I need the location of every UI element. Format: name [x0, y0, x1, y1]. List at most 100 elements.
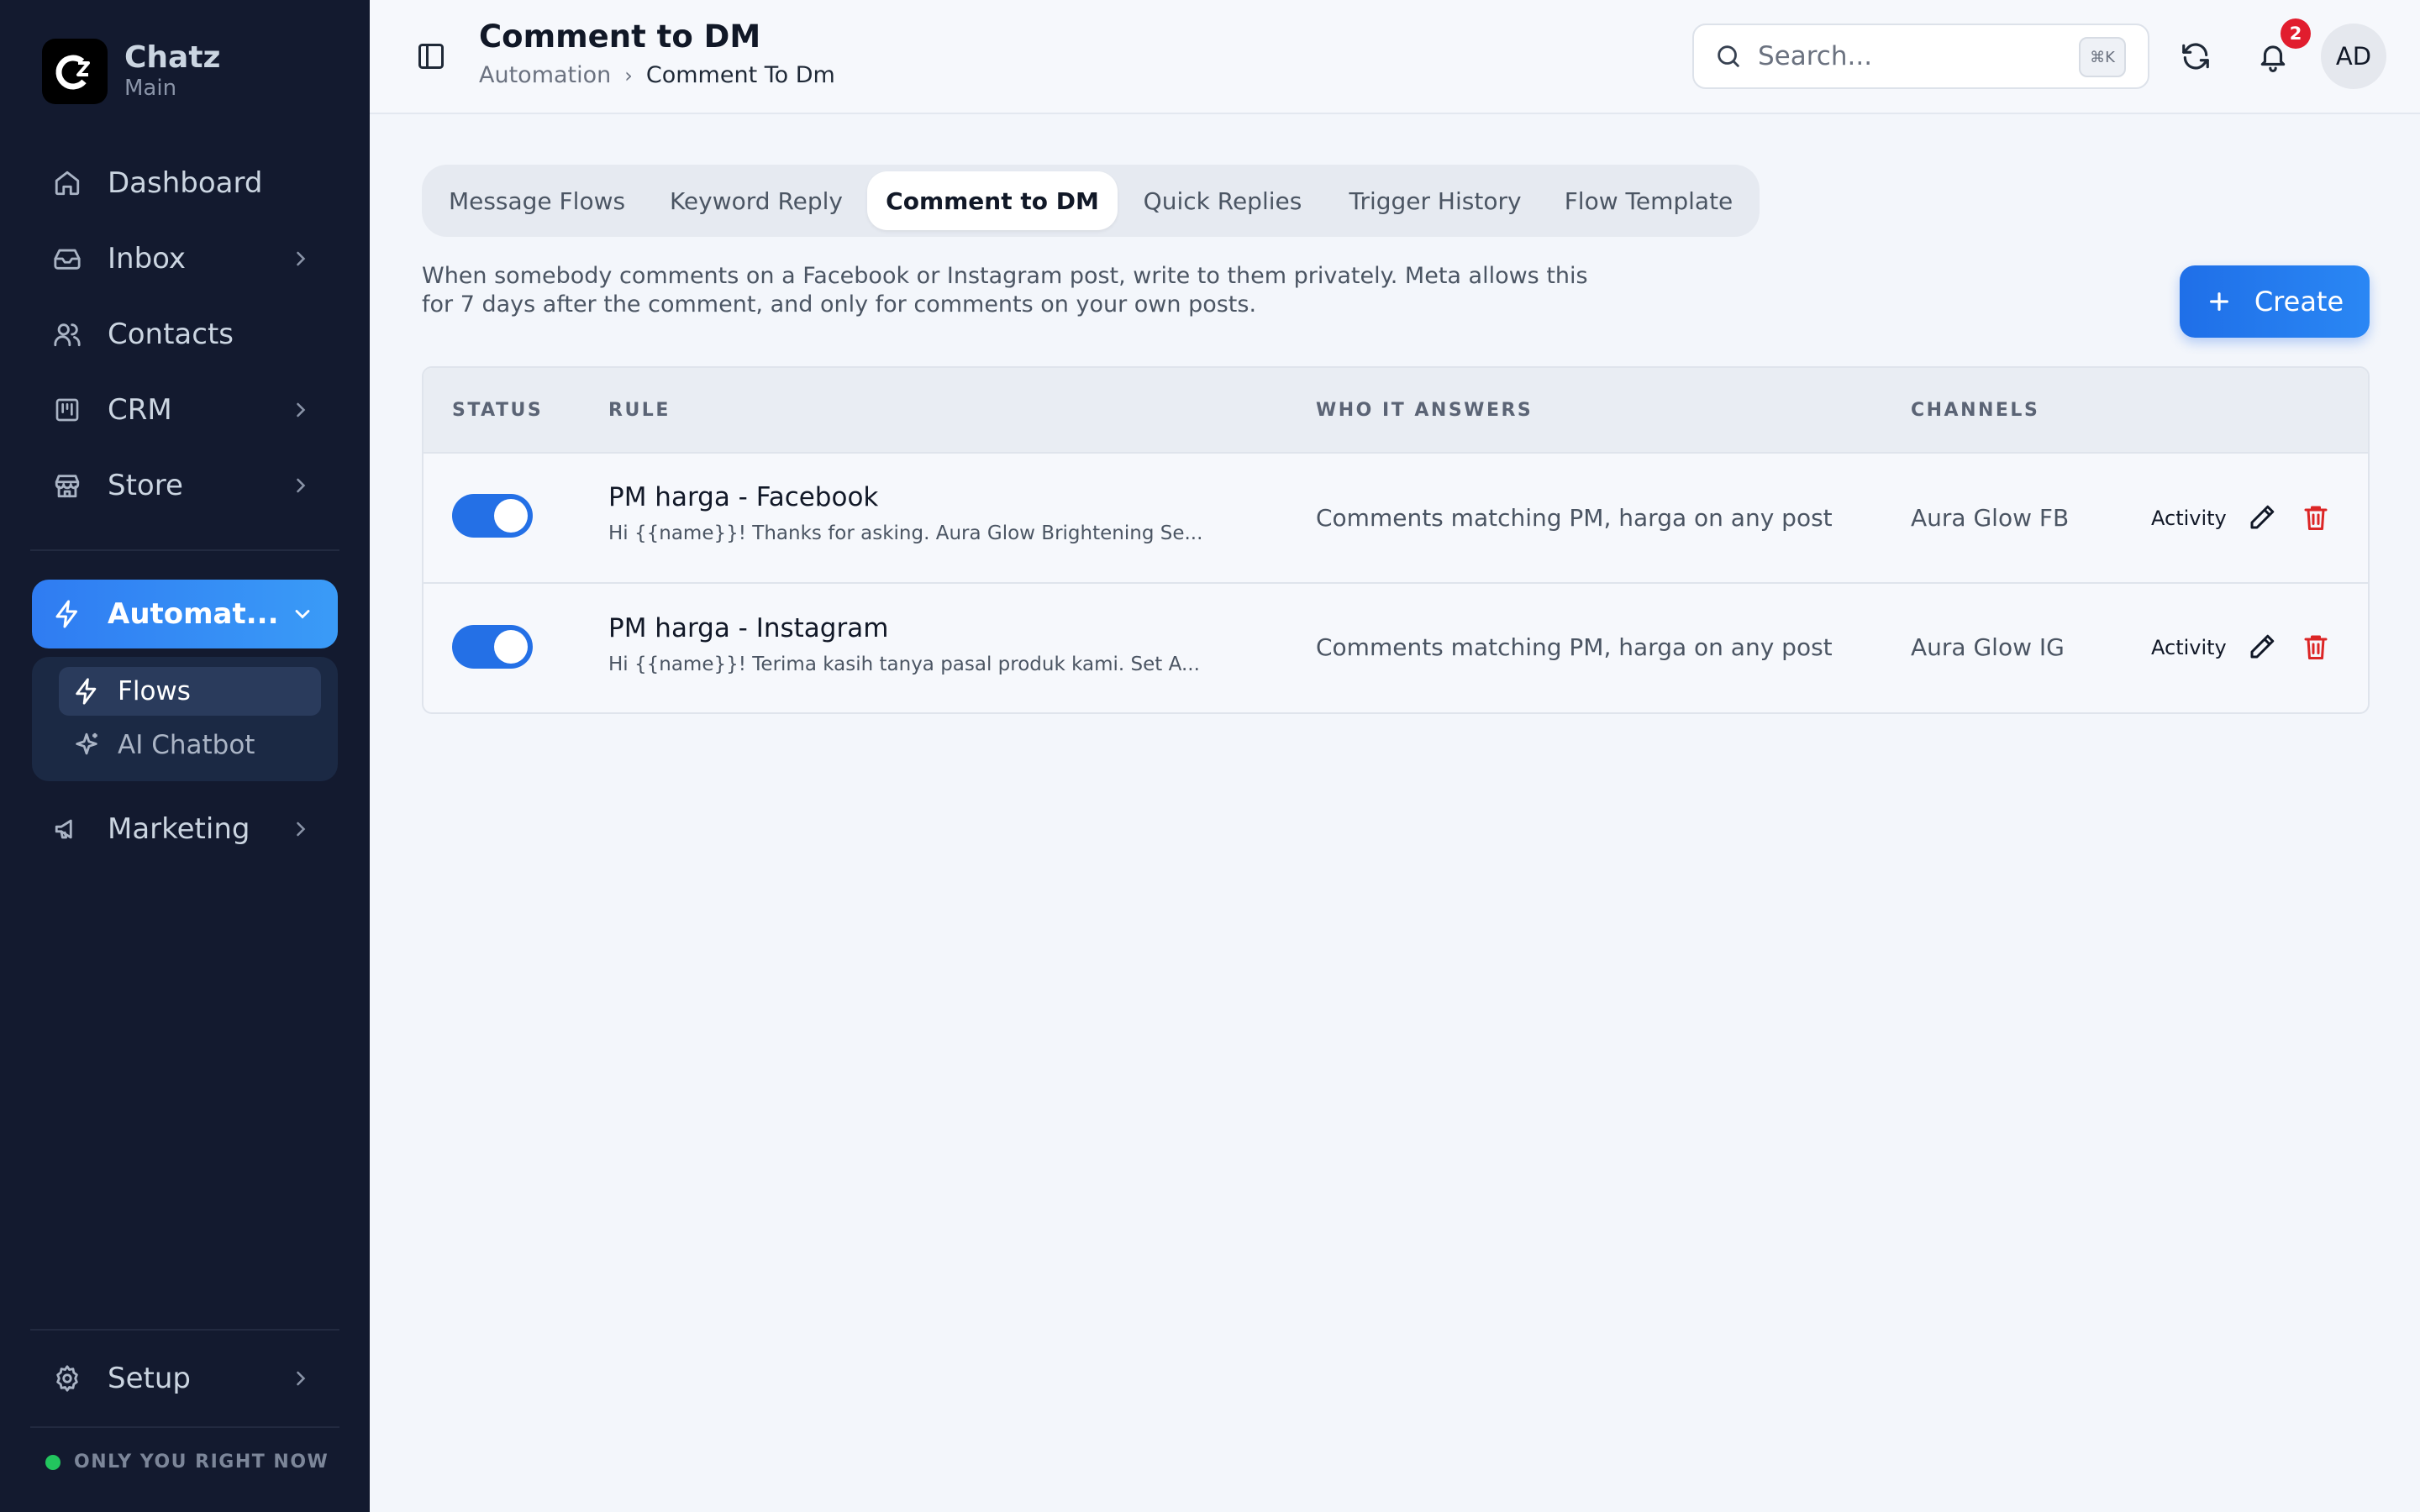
who-it-answers: Comments matching PM, harga on any post: [1316, 504, 1833, 532]
channel-name: Aura Glow FB: [1911, 504, 2070, 532]
zap-icon: [72, 677, 101, 706]
rule-message-preview: Hi {{name}}! Terima kasih tanya pasal pr…: [608, 654, 1200, 675]
chevron-right-icon: [297, 1371, 306, 1386]
column-header-channels: CHANNELS: [1911, 400, 2040, 421]
top-header: Comment to DM Automation › Comment To Dm…: [370, 0, 2420, 114]
sidebar-subitem-ai-chatbot[interactable]: AI Chatbot: [59, 721, 321, 769]
sidebar-item-label: CRM: [108, 393, 172, 427]
sidebar-item-label: Inbox: [108, 242, 187, 276]
pencil-icon[interactable]: [2247, 502, 2277, 533]
toggle-knob: [494, 630, 528, 664]
toggle-knob: [494, 499, 528, 533]
megaphone-icon: [52, 814, 82, 844]
sidebar-item-label: Store: [108, 469, 183, 502]
table-row[interactable]: PM harga - Facebook Hi {{name}}! Thanks …: [424, 454, 2368, 584]
search-box[interactable]: ⌘K: [1692, 24, 2149, 89]
rule-name[interactable]: PM harga - Instagram: [608, 613, 888, 643]
search-input[interactable]: [1758, 41, 2069, 71]
chevron-right-icon: [297, 822, 306, 837]
tab-comment-to-dm[interactable]: Comment to DM: [867, 171, 1118, 230]
sidebar-item-label: Contacts: [108, 318, 234, 351]
inbox-icon: [52, 244, 82, 274]
who-it-answers: Comments matching PM, harga on any post: [1316, 633, 1833, 661]
status-toggle[interactable]: [452, 494, 533, 538]
automation-submenu: Flows AI Chatbot: [32, 657, 338, 781]
sidebar-divider: [30, 1329, 339, 1331]
trash-icon[interactable]: [2301, 632, 2331, 662]
create-button[interactable]: Create: [2180, 265, 2370, 338]
channel-name: Aura Glow IG: [1911, 633, 2065, 661]
sidebar-divider: [30, 1426, 339, 1428]
sidebar-toggle-icon[interactable]: [416, 41, 446, 71]
rule-name[interactable]: PM harga - Facebook: [608, 482, 878, 512]
chevron-right-icon: [297, 478, 306, 493]
tab-keyword-reply[interactable]: Keyword Reply: [650, 171, 862, 230]
sidebar-item-label: Dashboard: [108, 166, 263, 200]
sidebar-item-setup[interactable]: Setup: [32, 1347, 338, 1410]
shortcut-hint: ⌘K: [2079, 37, 2126, 77]
kanban-icon: [52, 395, 82, 425]
breadcrumb-link[interactable]: Automation: [479, 62, 611, 88]
chevron-down-icon: [295, 610, 310, 619]
tab-flow-template[interactable]: Flow Template: [1549, 171, 1748, 230]
page-description: When somebody comments on a Facebook or …: [422, 263, 1588, 318]
online-dot-icon: [45, 1454, 60, 1470]
gear-icon: [52, 1363, 82, 1394]
presence-status: ONLY YOU RIGHT NOW: [45, 1452, 329, 1473]
sidebar-item-marketing[interactable]: Marketing: [32, 798, 338, 860]
chatz-logo-icon: [42, 39, 108, 104]
sidebar-item-dashboard[interactable]: Dashboard: [32, 152, 338, 214]
sidebar-item-inbox[interactable]: Inbox: [32, 228, 338, 290]
sidebar-subitem-label: AI Chatbot: [118, 730, 255, 760]
brand[interactable]: Chatz Main: [42, 39, 221, 104]
presence-label: ONLY YOU RIGHT NOW: [74, 1452, 329, 1473]
trash-icon[interactable]: [2301, 502, 2331, 533]
sparkles-icon: [72, 731, 101, 759]
users-icon: [52, 319, 82, 349]
store-icon: [52, 470, 82, 501]
table-row[interactable]: PM harga - Instagram Hi {{name}}! Terima…: [424, 585, 2368, 712]
pencil-icon[interactable]: [2247, 632, 2277, 662]
sidebar: Chatz Main Dashboard Inbox Contacts CRM: [0, 0, 370, 1512]
column-header-who: WHO IT ANSWERS: [1316, 400, 1534, 421]
brand-name: Chatz: [124, 40, 221, 75]
plus-icon: [2209, 292, 2228, 311]
chevron-right-icon: [297, 251, 306, 266]
sidebar-item-store[interactable]: Store: [32, 454, 338, 517]
sidebar-item-label: Automat...: [108, 597, 279, 631]
sidebar-item-label: Setup: [108, 1362, 191, 1395]
breadcrumb: Automation › Comment To Dm: [479, 62, 835, 88]
create-button-label: Create: [2254, 286, 2344, 318]
sidebar-subitem-label: Flows: [118, 676, 191, 706]
sidebar-divider: [30, 549, 339, 551]
column-header-status: STATUS: [452, 400, 544, 421]
search-icon: [1718, 45, 1739, 67]
refresh-icon: [2182, 43, 2209, 70]
tab-quick-replies[interactable]: Quick Replies: [1126, 171, 1319, 230]
tab-message-flows[interactable]: Message Flows: [440, 171, 634, 230]
avatar[interactable]: AD: [2321, 24, 2386, 89]
refresh-button[interactable]: [2176, 37, 2215, 76]
sidebar-subitem-flows[interactable]: Flows: [59, 667, 321, 716]
breadcrumb-chevron-icon: ›: [624, 63, 633, 87]
sidebar-item-crm[interactable]: CRM: [32, 379, 338, 441]
home-icon: [52, 168, 82, 198]
automation-tabs: Message Flows Keyword Reply Comment to D…: [422, 165, 1760, 237]
breadcrumb-current: Comment To Dm: [645, 62, 835, 88]
activity-button[interactable]: Activity: [2151, 636, 2227, 659]
tab-trigger-history[interactable]: Trigger History: [1334, 171, 1536, 230]
notification-badge: 2: [2281, 18, 2311, 49]
sidebar-item-automation[interactable]: Automat...: [32, 580, 338, 648]
status-toggle[interactable]: [452, 625, 533, 669]
column-header-rule: RULE: [608, 400, 671, 421]
sidebar-item-label: Marketing: [108, 812, 250, 846]
sidebar-item-contacts[interactable]: Contacts: [32, 303, 338, 365]
bell-icon: [2260, 45, 2286, 72]
zap-icon: [52, 599, 82, 629]
activity-button[interactable]: Activity: [2151, 507, 2227, 530]
table-header: STATUS RULE WHO IT ANSWERS CHANNELS: [424, 368, 2368, 454]
rules-table: STATUS RULE WHO IT ANSWERS CHANNELS PM h…: [422, 366, 2370, 714]
chevron-right-icon: [297, 402, 306, 417]
workspace-name: Main: [124, 76, 177, 101]
rule-message-preview: Hi {{name}}! Thanks for asking. Aura Glo…: [608, 522, 1203, 544]
